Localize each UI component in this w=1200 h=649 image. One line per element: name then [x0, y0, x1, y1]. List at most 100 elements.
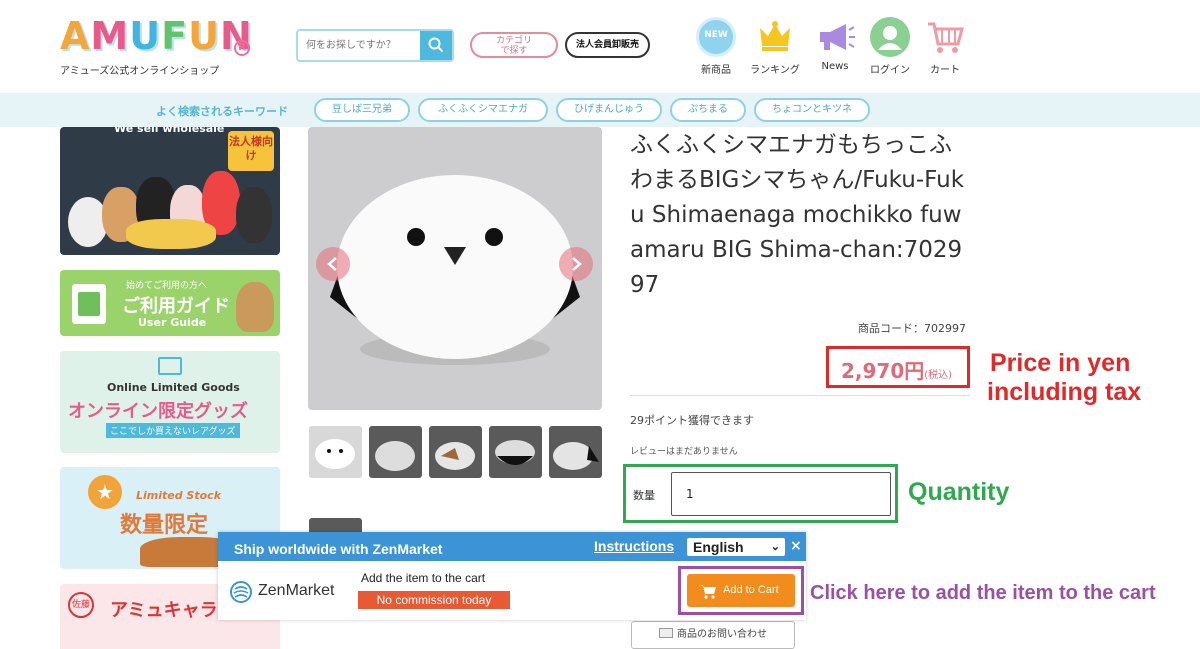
nav-ranking[interactable]: ランキング [745, 16, 805, 76]
add-to-cart-label: Add to Cart [723, 584, 779, 596]
nav-cart[interactable]: カート [915, 16, 975, 76]
user-guide-title: ご利用ガイド [122, 296, 230, 317]
crown-icon [754, 16, 796, 58]
nav-label: カート [930, 65, 960, 76]
search-input[interactable] [298, 31, 420, 60]
zenmarket-brand: ZenMarket [258, 582, 335, 599]
quantity-highlight-box: 数量 1 [623, 464, 898, 523]
quantity-annotation: Quantity [908, 478, 1010, 506]
points-text: 29ポイント獲得できます [630, 414, 754, 427]
online-limited-small: Online Limited Goods [107, 381, 240, 394]
registered-mark: R [234, 40, 250, 56]
keyword-bar: よく検索されるキーワード 豆しば三兄弟 ふくふくシマエナガ ひげまんじゅう ぷち… [0, 93, 1200, 127]
inquiry-label: 商品のお問い合わせ [677, 629, 767, 640]
product-thumbnail[interactable] [429, 426, 482, 478]
category-search-button[interactable]: カテゴリで探す [470, 32, 558, 58]
user-guide-small: 始めてご利用の方へ [126, 281, 208, 291]
zenmarket-title: Ship worldwide with ZenMarket [234, 541, 443, 557]
product-title: ふくふくシマエナガもちっこふわまるBIGシマちゃん/Fuku-Fuku Shim… [630, 132, 965, 298]
business-wholesale-button[interactable]: 法人会員卸販売 [565, 32, 650, 58]
search-button[interactable] [420, 31, 452, 60]
review-status: レビューはまだありません [630, 447, 738, 457]
nav-label: ランキング [750, 65, 800, 76]
next-image-button[interactable] [559, 247, 593, 281]
zenmarket-logo-icon [230, 581, 252, 603]
nav-label: News [821, 61, 849, 72]
cart-annotation: Click here to add the item to the cart [810, 582, 1156, 604]
chevron-down-icon: ⌄ [770, 541, 780, 553]
language-value: English [693, 539, 744, 555]
limited-stock-title: 数量限定 [120, 513, 209, 538]
product-thumbnail[interactable] [309, 426, 362, 478]
product-main-image[interactable] [308, 127, 602, 410]
chevron-right-icon [572, 257, 582, 271]
online-limited-banner[interactable]: Online Limited Goods オンライン限定グッズ ここでしか買えな… [60, 351, 280, 453]
divider [630, 395, 970, 396]
amufun-logo[interactable]: AMUFUN [58, 13, 255, 60]
star-icon: ★ [88, 475, 122, 509]
mail-icon [659, 628, 673, 638]
limited-stock-small: Limited Stock [136, 489, 222, 502]
price-annotation-line2: including tax [987, 378, 1142, 406]
nav-news[interactable]: News [805, 16, 865, 72]
nav-new-products[interactable]: NEW 新商品 [686, 16, 746, 76]
computer-icon [158, 357, 182, 375]
nav-label: 新商品 [701, 65, 731, 76]
add-to-cart-button[interactable]: Add to Cart [687, 574, 795, 607]
search-icon [428, 37, 444, 53]
logo-subtitle: アミューズ公式オンラインショップ [60, 66, 220, 77]
zenmarket-message: Add the item to the cart [361, 571, 486, 585]
user-guide-banner[interactable]: 始めてご利用の方へ ご利用ガイド User Guide [60, 270, 280, 336]
zenmarket-logo: ZenMarket [230, 581, 335, 603]
zenmarket-header: Ship worldwide with ZenMarket Instructio… [218, 532, 806, 561]
quantity-input[interactable]: 1 [671, 472, 891, 516]
keyword-chip[interactable]: ひげまんじゅう [556, 98, 662, 122]
book-icon [72, 284, 106, 324]
prev-image-button[interactable] [316, 247, 350, 281]
keyword-chip[interactable]: ちょコンとキツネ [754, 98, 870, 122]
keyword-chip[interactable]: ふくふくシマエナガ [418, 98, 548, 122]
online-limited-sub: ここでしか買えないレアグッズ [106, 423, 240, 438]
product-price: 2,970円(税込) [841, 355, 952, 384]
product-code: 商品コード：702997 [858, 322, 966, 335]
product-thumbnail[interactable] [549, 426, 602, 478]
cart-icon [924, 16, 966, 58]
new-badge-icon: NEW [695, 16, 737, 58]
language-select[interactable]: English ⌄ [687, 538, 785, 556]
product-inquiry-button[interactable]: 商品のお問い合わせ [631, 621, 795, 649]
zenmarket-widget: Ship worldwide with ZenMarket Instructio… [218, 532, 806, 620]
wholesale-banner[interactable]: We sell wholesale 法人様向け [60, 127, 280, 255]
price-highlight-box: 2,970円(税込) [826, 346, 970, 388]
keyword-chip[interactable]: 豆しば三兄弟 [314, 98, 410, 122]
product-thumbnail[interactable] [369, 426, 422, 478]
product-thumbnail[interactable] [489, 426, 542, 478]
search-box [296, 29, 454, 62]
site-header: AMUFUN R アミューズ公式オンラインショップ カテゴリで探す 法人会員卸販… [0, 0, 1200, 92]
megaphone-icon [814, 16, 856, 58]
quantity-label: 数量 [633, 489, 655, 502]
nav-login[interactable]: ログイン [860, 16, 920, 76]
new-badge-text: NEW [704, 30, 728, 40]
cart-icon [700, 585, 716, 599]
category-search-label: カテゴリで探す [495, 36, 532, 56]
user-icon [869, 16, 911, 58]
user-guide-sub: User Guide [138, 316, 207, 329]
close-button[interactable]: × [790, 538, 802, 554]
no-commission-badge: No commission today [358, 591, 510, 609]
price-annotation: Price in yen including tax [987, 349, 1142, 407]
keyword-chip[interactable]: ぷちまる [670, 98, 746, 122]
cart-highlight-box: Add to Cart [678, 566, 804, 615]
plush-group-image [66, 157, 274, 251]
seal-stamp-small: 佐藤 [68, 592, 94, 618]
shimaenaga-plush-image [330, 175, 580, 365]
keyword-title: よく検索されるキーワード [156, 105, 288, 118]
chevron-left-icon [327, 257, 337, 271]
price-value: 2,970円 [841, 359, 925, 383]
wholesale-banner-text: We sell wholesale [114, 127, 225, 135]
otter-mascot [236, 282, 274, 332]
instructions-link[interactable]: Instructions [594, 538, 674, 554]
nav-label: ログイン [870, 65, 910, 76]
price-annotation-line1: Price in yen [990, 349, 1131, 377]
page: AMUFUN R アミューズ公式オンラインショップ カテゴリで探す 法人会員卸販… [0, 0, 1200, 649]
online-limited-title: オンライン限定グッズ [68, 401, 248, 422]
